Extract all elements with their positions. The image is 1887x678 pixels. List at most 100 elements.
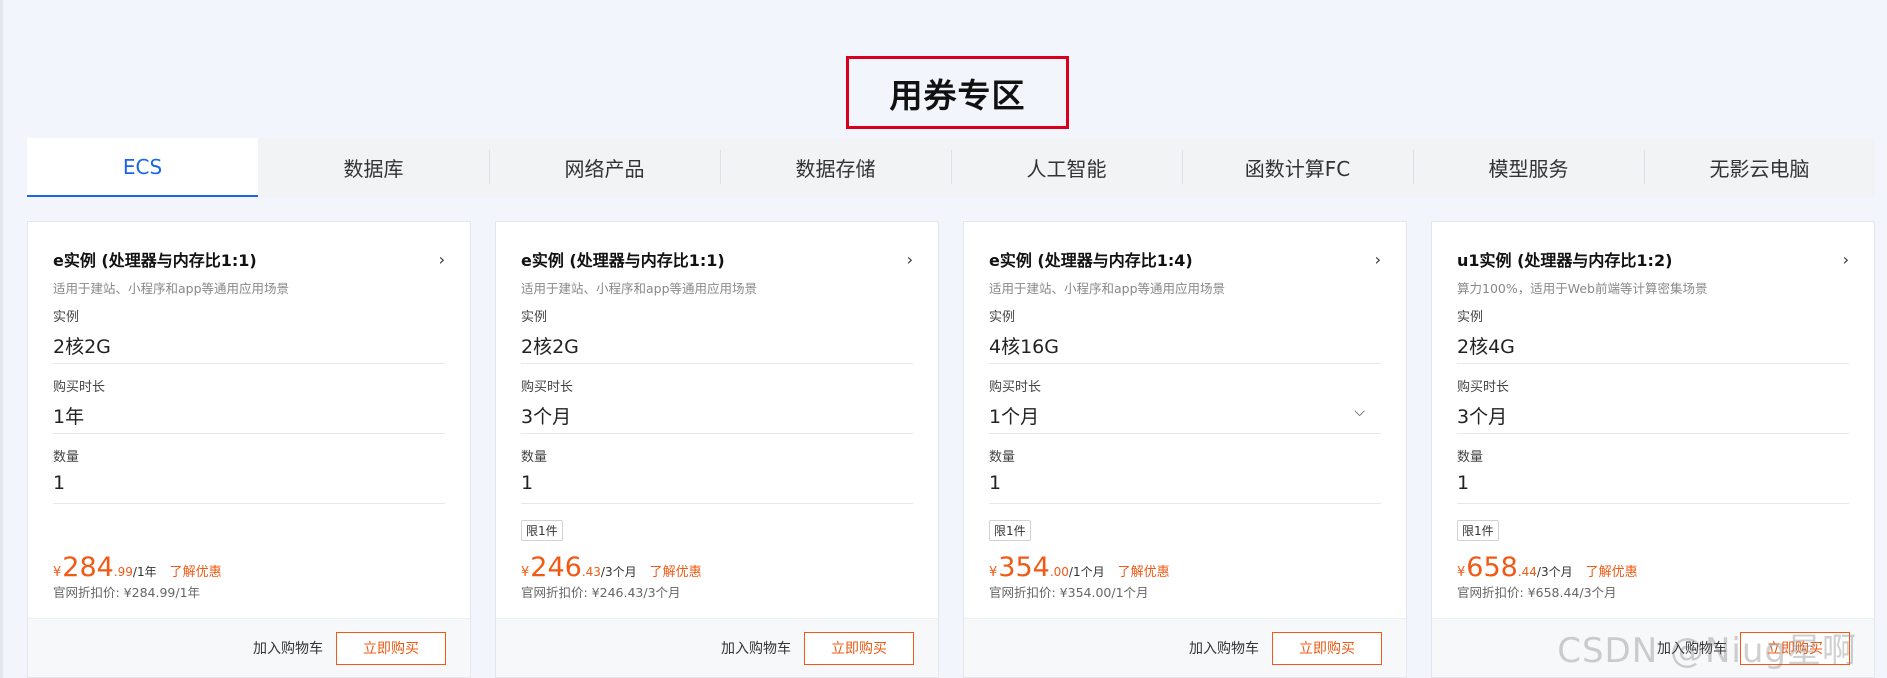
quantity-label: 数量: [989, 450, 1016, 465]
price-currency: ¥: [53, 565, 62, 580]
tab-storage[interactable]: 数据存储: [720, 138, 951, 197]
card-footer: 加入购物车 立即购买: [28, 618, 470, 677]
tab-ai[interactable]: 人工智能: [951, 138, 1182, 197]
price-row: ¥ 246 .43 /3个月 了解优惠: [521, 552, 702, 583]
instance-label: 实例: [989, 310, 1016, 325]
price-unit: /3个月: [600, 565, 637, 579]
duration-label: 购买时长: [53, 380, 106, 395]
instance-value: 2核2G: [521, 336, 579, 358]
price-row: ¥ 658 .44 /3个月 了解优惠: [1457, 552, 1638, 583]
duration-label: 购买时长: [521, 380, 574, 395]
duration-label: 购买时长: [989, 380, 1042, 395]
instance-field[interactable]: 实例 4核16G: [989, 294, 1381, 364]
duration-value: 3个月: [521, 406, 572, 428]
left-edge-border: [0, 0, 3, 678]
quantity-value: 1: [521, 472, 534, 494]
chevron-right-icon[interactable]: ›: [439, 250, 445, 269]
price-decimal: .44: [1517, 565, 1537, 579]
price-row: ¥ 284 .99 /1年 了解优惠: [53, 552, 222, 583]
card-subtitle: 适用于建站、小程序和app等通用应用场景: [53, 281, 290, 296]
duration-value: 1年: [53, 406, 85, 428]
instance-field[interactable]: 实例 2核2G: [53, 294, 445, 364]
instance-label: 实例: [1457, 310, 1484, 325]
buy-now-button[interactable]: 立即购买: [1272, 631, 1382, 665]
add-to-cart-link[interactable]: 加入购物车: [1189, 638, 1259, 658]
chevron-down-icon[interactable]: ⌵: [1354, 404, 1365, 420]
card-footer: 加入购物车 立即购买: [964, 618, 1406, 677]
duration-value: 3个月: [1457, 406, 1508, 428]
original-price: 官网折扣价: ¥658.44/3个月: [1457, 585, 1617, 600]
quantity-label: 数量: [53, 450, 80, 465]
instance-label: 实例: [53, 310, 80, 325]
promo-link[interactable]: 了解优惠: [1586, 561, 1638, 580]
duration-value: 1个月: [989, 406, 1040, 428]
quantity-field[interactable]: 数量 1: [521, 434, 913, 504]
product-card: e实例 (处理器与内存比1:4) › 适用于建站、小程序和app等通用应用场景 …: [963, 221, 1407, 678]
promo-link[interactable]: 了解优惠: [170, 561, 222, 580]
tab-network[interactable]: 网络产品: [489, 138, 720, 197]
chevron-right-icon[interactable]: ›: [1843, 250, 1849, 269]
tab-model-service[interactable]: 模型服务: [1413, 138, 1644, 197]
price-unit: /3个月: [1536, 565, 1573, 579]
quantity-field[interactable]: 数量 1: [989, 434, 1381, 504]
page-title-box: 用券专区: [846, 56, 1069, 129]
quantity-value: 1: [989, 472, 1002, 494]
quantity-label: 数量: [1457, 450, 1484, 465]
price-currency: ¥: [521, 565, 530, 580]
tab-function-compute[interactable]: 函数计算FC: [1182, 138, 1413, 197]
price-unit: /1个月: [1068, 565, 1105, 579]
price-unit: /1年: [132, 565, 157, 579]
instance-label: 实例: [521, 310, 548, 325]
quantity-field[interactable]: 数量 1: [1457, 434, 1849, 504]
instance-value: 2核4G: [1457, 336, 1515, 358]
instance-value: 4核16G: [989, 336, 1059, 358]
chevron-right-icon[interactable]: ›: [907, 250, 913, 269]
card-subtitle: 算力100%，适用于Web前端等计算密集场景: [1457, 281, 1708, 296]
price-decimal: .99: [113, 565, 133, 579]
price-integer: 284: [62, 552, 114, 583]
price-integer: 246: [530, 552, 582, 583]
card-title: e实例 (处理器与内存比1:1): [53, 251, 257, 270]
price-decimal: .00: [1049, 565, 1069, 579]
card-title: e实例 (处理器与内存比1:1): [521, 251, 725, 270]
add-to-cart-link[interactable]: 加入购物车: [253, 638, 323, 658]
original-price: 官网折扣价: ¥246.43/3个月: [521, 585, 681, 600]
original-price: 官网折扣价: ¥354.00/1个月: [989, 585, 1149, 600]
add-to-cart-link[interactable]: 加入购物车: [721, 638, 791, 658]
duration-field[interactable]: 购买时长 3个月: [1457, 364, 1849, 434]
card-subtitle: 适用于建站、小程序和app等通用应用场景: [989, 281, 1226, 296]
limit-badge: 限1件: [521, 520, 563, 541]
product-card: e实例 (处理器与内存比1:1) › 适用于建站、小程序和app等通用应用场景 …: [495, 221, 939, 678]
quantity-label: 数量: [521, 450, 548, 465]
product-cards: e实例 (处理器与内存比1:1) › 适用于建站、小程序和app等通用应用场景 …: [27, 221, 1875, 678]
duration-field[interactable]: 购买时长 3个月: [521, 364, 913, 434]
quantity-value: 1: [1457, 472, 1470, 494]
tab-cloud-desktop[interactable]: 无影云电脑: [1644, 138, 1875, 197]
quantity-field[interactable]: 数量 1: [53, 434, 445, 504]
promo-link[interactable]: 了解优惠: [1118, 561, 1170, 580]
card-title: e实例 (处理器与内存比1:4): [989, 251, 1193, 270]
limit-badge: 限1件: [1457, 520, 1499, 541]
card-subtitle: 适用于建站、小程序和app等通用应用场景: [521, 281, 758, 296]
price-decimal: .43: [581, 565, 601, 579]
instance-field[interactable]: 实例 2核2G: [521, 294, 913, 364]
instance-field[interactable]: 实例 2核4G: [1457, 294, 1849, 364]
price-currency: ¥: [989, 565, 998, 580]
duration-select[interactable]: 购买时长 1个月 ⌵: [989, 364, 1381, 434]
price-integer: 354: [998, 552, 1050, 583]
buy-now-button[interactable]: 立即购买: [804, 631, 914, 665]
limit-badge: 限1件: [989, 520, 1031, 541]
tab-ecs[interactable]: ECS: [27, 138, 258, 197]
price-row: ¥ 354 .00 /1个月 了解优惠: [989, 552, 1170, 583]
product-card: u1实例 (处理器与内存比1:2) › 算力100%，适用于Web前端等计算密集…: [1431, 221, 1875, 678]
card-footer: 加入购物车 立即购买: [496, 618, 938, 677]
promo-link[interactable]: 了解优惠: [650, 561, 702, 580]
instance-value: 2核2G: [53, 336, 111, 358]
buy-now-button[interactable]: 立即购买: [336, 631, 446, 665]
tab-database[interactable]: 数据库: [258, 138, 489, 197]
price-currency: ¥: [1457, 565, 1466, 580]
duration-field[interactable]: 购买时长 1年: [53, 364, 445, 434]
csdn-watermark: CSDN @Niug星啊: [1557, 631, 1857, 671]
chevron-right-icon[interactable]: ›: [1375, 250, 1381, 269]
product-card: e实例 (处理器与内存比1:1) › 适用于建站、小程序和app等通用应用场景 …: [27, 221, 471, 678]
